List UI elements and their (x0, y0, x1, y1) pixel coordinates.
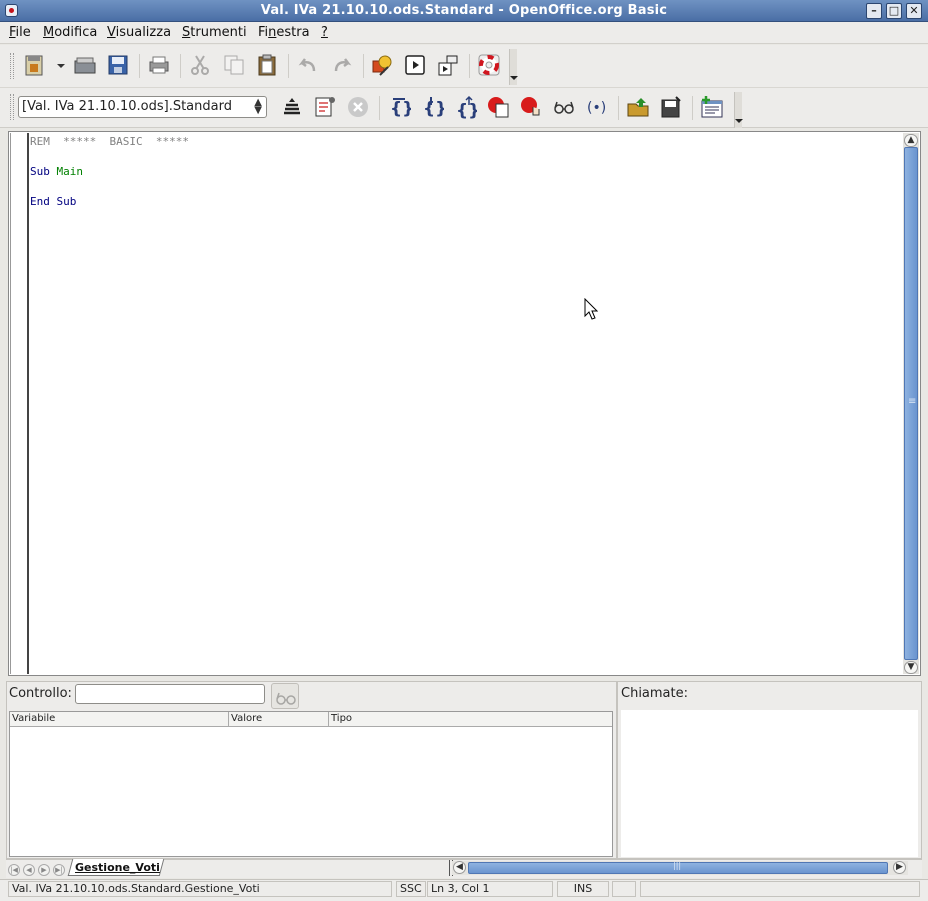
toolbar-grip[interactable] (10, 94, 14, 120)
scroll-thumb[interactable] (904, 147, 918, 660)
toolbar-overflow-button[interactable] (509, 49, 518, 85)
remove-watch-button[interactable] (271, 683, 299, 709)
toolbar-grip[interactable] (10, 53, 14, 79)
menu-modifica[interactable]: Modifica (43, 25, 97, 40)
scroll-down-icon[interactable]: ▼ (904, 661, 918, 674)
undo-icon[interactable] (296, 53, 320, 77)
mouse-pointer-icon (584, 298, 598, 320)
standard-toolbar (0, 45, 928, 88)
paste-icon[interactable] (255, 53, 279, 77)
breakpoint-margin[interactable] (10, 133, 29, 674)
menu-visualizza[interactable]: Visualizza (107, 25, 171, 40)
print-icon[interactable] (147, 53, 171, 77)
compile-icon[interactable] (280, 95, 304, 119)
new-document-icon[interactable] (22, 53, 46, 77)
copy-icon[interactable] (222, 53, 246, 77)
breakpoint-on-off-icon[interactable] (486, 95, 510, 119)
step-into-page-icon[interactable] (313, 95, 337, 119)
close-button[interactable]: ✕ (906, 3, 922, 19)
svg-text:{}: {} (456, 101, 477, 119)
editor-horizontal-scrollbar[interactable]: ◀ ▶ (452, 861, 908, 875)
library-selector-value: [Val. IVa 21.10.10.ods].Standard (22, 99, 232, 114)
enable-watch-glasses-icon[interactable] (552, 95, 576, 119)
menu-finestra[interactable]: Finestra (258, 25, 310, 40)
next-tab-icon[interactable]: ▶ (38, 864, 50, 876)
editor-vertical-scrollbar[interactable]: ▲ ▼ (903, 133, 919, 674)
column-header-variable[interactable]: Variabile (10, 712, 229, 727)
column-header-type[interactable]: Tipo (329, 712, 612, 727)
scroll-right-icon[interactable]: ▶ (893, 861, 906, 874)
menu-strumenti[interactable]: Strumenti (182, 25, 247, 40)
scroll-left-icon[interactable]: ◀ (453, 861, 466, 874)
maximize-button[interactable]: □ (886, 3, 902, 19)
show-draw-functions-icon[interactable] (370, 53, 394, 77)
window-title: Val. IVa 21.10.10.ods.Standard - OpenOff… (260, 3, 668, 18)
macros-dialog-icon[interactable] (436, 53, 460, 77)
column-header-value[interactable]: Valore (229, 712, 329, 727)
last-tab-icon[interactable]: ▶| (53, 864, 65, 876)
library-selector[interactable]: [Val. IVa 21.10.10.ods].Standard ▲ ▼ (18, 96, 267, 118)
status-position: Ln 3, Col 1 (427, 881, 553, 897)
step-out-icon[interactable]: {} (453, 95, 477, 119)
menu-help[interactable]: ? (321, 25, 328, 40)
procedure-step-icon[interactable]: {} (387, 95, 411, 119)
toolbar-overflow-button-2[interactable] (734, 92, 743, 128)
find-parentheses-icon[interactable]: (•) (585, 95, 609, 119)
new-dropdown-arrow[interactable] (57, 64, 65, 68)
stop-icon[interactable] (346, 95, 370, 119)
glasses-icon (276, 692, 296, 705)
open-folder-icon[interactable] (73, 53, 97, 77)
minimize-button[interactable]: – (866, 3, 882, 19)
code-line-2: Sub Main (30, 165, 83, 178)
prev-tab-icon[interactable]: ◀ (23, 864, 35, 876)
module-tab-label: Gestione_Voti (75, 861, 160, 874)
calls-label: Chiamate: (621, 686, 688, 701)
status-ssc: SSC (396, 881, 426, 897)
manage-breakpoints-icon[interactable] (519, 95, 543, 119)
first-tab-icon[interactable]: |◀ (8, 864, 20, 876)
save-icon[interactable] (106, 53, 130, 77)
status-location: Val. IVa 21.10.10.ods.Standard.Gestione_… (8, 881, 392, 897)
cut-icon[interactable] (188, 53, 212, 77)
horizontal-scroll-thumb[interactable] (468, 861, 888, 874)
single-step-icon[interactable]: {} (420, 95, 444, 119)
code-line-3: End Sub (30, 195, 77, 208)
insert-source-text-icon[interactable] (626, 95, 650, 119)
status-empty-field (640, 881, 920, 897)
watch-label: Controllo: (9, 686, 72, 701)
status-insert-mode[interactable]: INS (557, 881, 609, 897)
status-modified (612, 881, 636, 897)
title-bar[interactable]: Val. IVa 21.10.10.ods.Standard - OpenOff… (0, 0, 928, 22)
redo-icon[interactable] (330, 53, 354, 77)
help-lifebuoy-icon[interactable] (477, 53, 501, 77)
menu-file[interactable]: File (9, 25, 31, 40)
svg-text:(•): (•) (587, 100, 606, 116)
spin-arrows-icon: ▲ ▼ (254, 97, 262, 116)
call-stack-list[interactable] (621, 710, 918, 857)
scroll-up-icon[interactable]: ▲ (904, 134, 918, 147)
watch-table[interactable]: Variabile Valore Tipo (9, 711, 613, 857)
code-editor[interactable] (8, 131, 921, 676)
insert-dialog-icon[interactable] (700, 95, 724, 119)
code-line-1: REM ***** BASIC ***** (30, 135, 189, 148)
run-macro-icon[interactable] (403, 53, 427, 77)
save-source-as-icon[interactable] (659, 95, 683, 119)
menu-bar: File Modifica Visualizza Strumenti Fines… (0, 22, 928, 44)
watch-input[interactable] (75, 684, 265, 704)
svg-text:{}: {} (390, 99, 411, 119)
svg-text:{}: {} (423, 99, 444, 119)
